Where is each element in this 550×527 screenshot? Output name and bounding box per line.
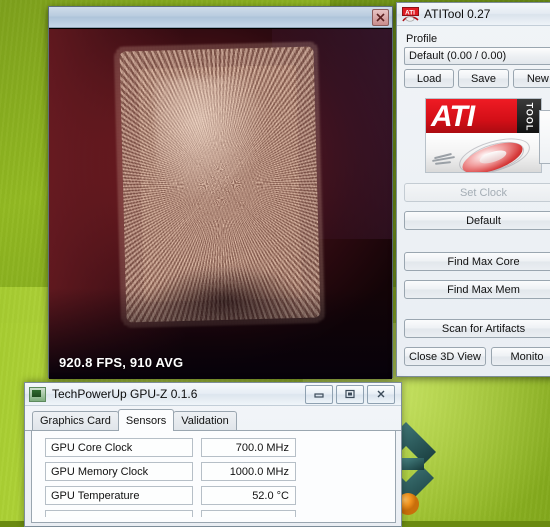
sensor-name: GPU Core Clock <box>45 438 193 457</box>
gpuz-tab-bar: Graphics Card Sensors Validation <box>25 406 401 431</box>
profile-selected-value: Default (0.00 / 0.00) <box>409 50 506 62</box>
atitool-title: ATITool 0.27 <box>424 7 490 21</box>
logo-lower-panel <box>426 133 541 172</box>
profile-select[interactable]: Default (0.00 / 0.00) <box>404 47 550 65</box>
atitool-icon: ATI <box>402 7 419 22</box>
maximize-button[interactable] <box>336 385 364 404</box>
fps-counter: 920.8 FPS, 910 AVG <box>59 355 183 370</box>
3d-render-canvas[interactable]: 920.8 FPS, 910 AVG <box>49 28 392 379</box>
logo-brand-text: ATI <box>431 102 474 132</box>
gpuz-window[interactable]: TechPowerUp GPU-Z 0.1.6 Graphics Card <box>24 382 402 527</box>
close-button[interactable] <box>367 385 395 404</box>
atitool-window[interactable]: ATI ATITool 0.27 Profile Default (0.00 /… <box>396 2 550 377</box>
svg-text:ATI: ATI <box>405 9 415 16</box>
sensor-name <box>45 510 193 517</box>
cube-highlight <box>153 76 267 201</box>
save-button[interactable]: Save <box>458 69 508 88</box>
sensor-name: GPU Temperature <box>45 486 193 505</box>
atitool-titlebar[interactable]: ATI ATITool 0.27 <box>397 3 550 26</box>
sensor-name: GPU Memory Clock <box>45 462 193 481</box>
close-3d-view-button[interactable]: Close 3D View <box>404 347 486 366</box>
3d-view-window[interactable]: 920.8 FPS, 910 AVG <box>48 6 393 378</box>
sensor-value: 700.0 MHz <box>201 438 296 457</box>
table-row: GPU Core Clock 700.0 MHz <box>45 438 385 457</box>
gpuz-titlebar[interactable]: TechPowerUp GPU-Z 0.1.6 <box>25 383 401 406</box>
set-clock-button[interactable]: Set Clock <box>404 183 550 202</box>
table-row: GPU Memory Clock 1000.0 MHz <box>45 462 385 481</box>
load-button[interactable]: Load <box>404 69 454 88</box>
table-row: GPU Temperature 52.0 °C <box>45 486 385 505</box>
profile-button-row: Load Save New <box>404 69 550 88</box>
gpuz-icon <box>29 387 46 402</box>
scan-for-artifacts-button[interactable]: Scan for Artifacts <box>404 319 550 338</box>
atitool-bottom-row: Close 3D View Monito <box>404 347 550 366</box>
profile-label: Profile <box>406 33 550 45</box>
offscreen-panel-edge[interactable] <box>539 110 550 164</box>
atitool-body: Profile Default (0.00 / 0.00) Load Save … <box>397 26 550 366</box>
sensor-value: 1000.0 MHz <box>201 462 296 481</box>
tab-validation[interactable]: Validation <box>173 411 237 430</box>
find-max-core-button[interactable]: Find Max Core <box>404 252 550 271</box>
sensors-panel: GPU Core Clock 700.0 MHz GPU Memory Cloc… <box>31 431 396 523</box>
logo-tool-text: TOOL <box>524 102 534 131</box>
monitoring-button[interactable]: Monito <box>491 347 550 366</box>
atitool-action-buttons: Set Clock Default Find Max Core Find Max… <box>404 183 550 366</box>
3d-view-titlebar[interactable] <box>49 7 392 28</box>
fuzzy-cube-object <box>128 55 313 315</box>
window-controls <box>305 385 395 404</box>
tab-graphics-card[interactable]: Graphics Card <box>32 411 119 430</box>
sensor-value: 52.0 °C <box>201 486 296 505</box>
logo-tool-strip: TOOL <box>517 99 541 134</box>
find-max-mem-button[interactable]: Find Max Mem <box>404 280 550 299</box>
new-button[interactable]: New <box>513 69 550 88</box>
tab-sensors[interactable]: Sensors <box>118 409 174 431</box>
default-button[interactable]: Default <box>404 211 550 230</box>
logo-speed-line-3 <box>435 161 451 165</box>
sensor-value <box>201 510 296 517</box>
gpuz-title: TechPowerUp GPU-Z 0.1.6 <box>52 387 299 401</box>
close-icon[interactable] <box>372 9 389 26</box>
table-row-partial <box>45 510 385 517</box>
ati-tool-logo: ATI TOOL <box>425 98 542 173</box>
minimize-button[interactable] <box>305 385 333 404</box>
